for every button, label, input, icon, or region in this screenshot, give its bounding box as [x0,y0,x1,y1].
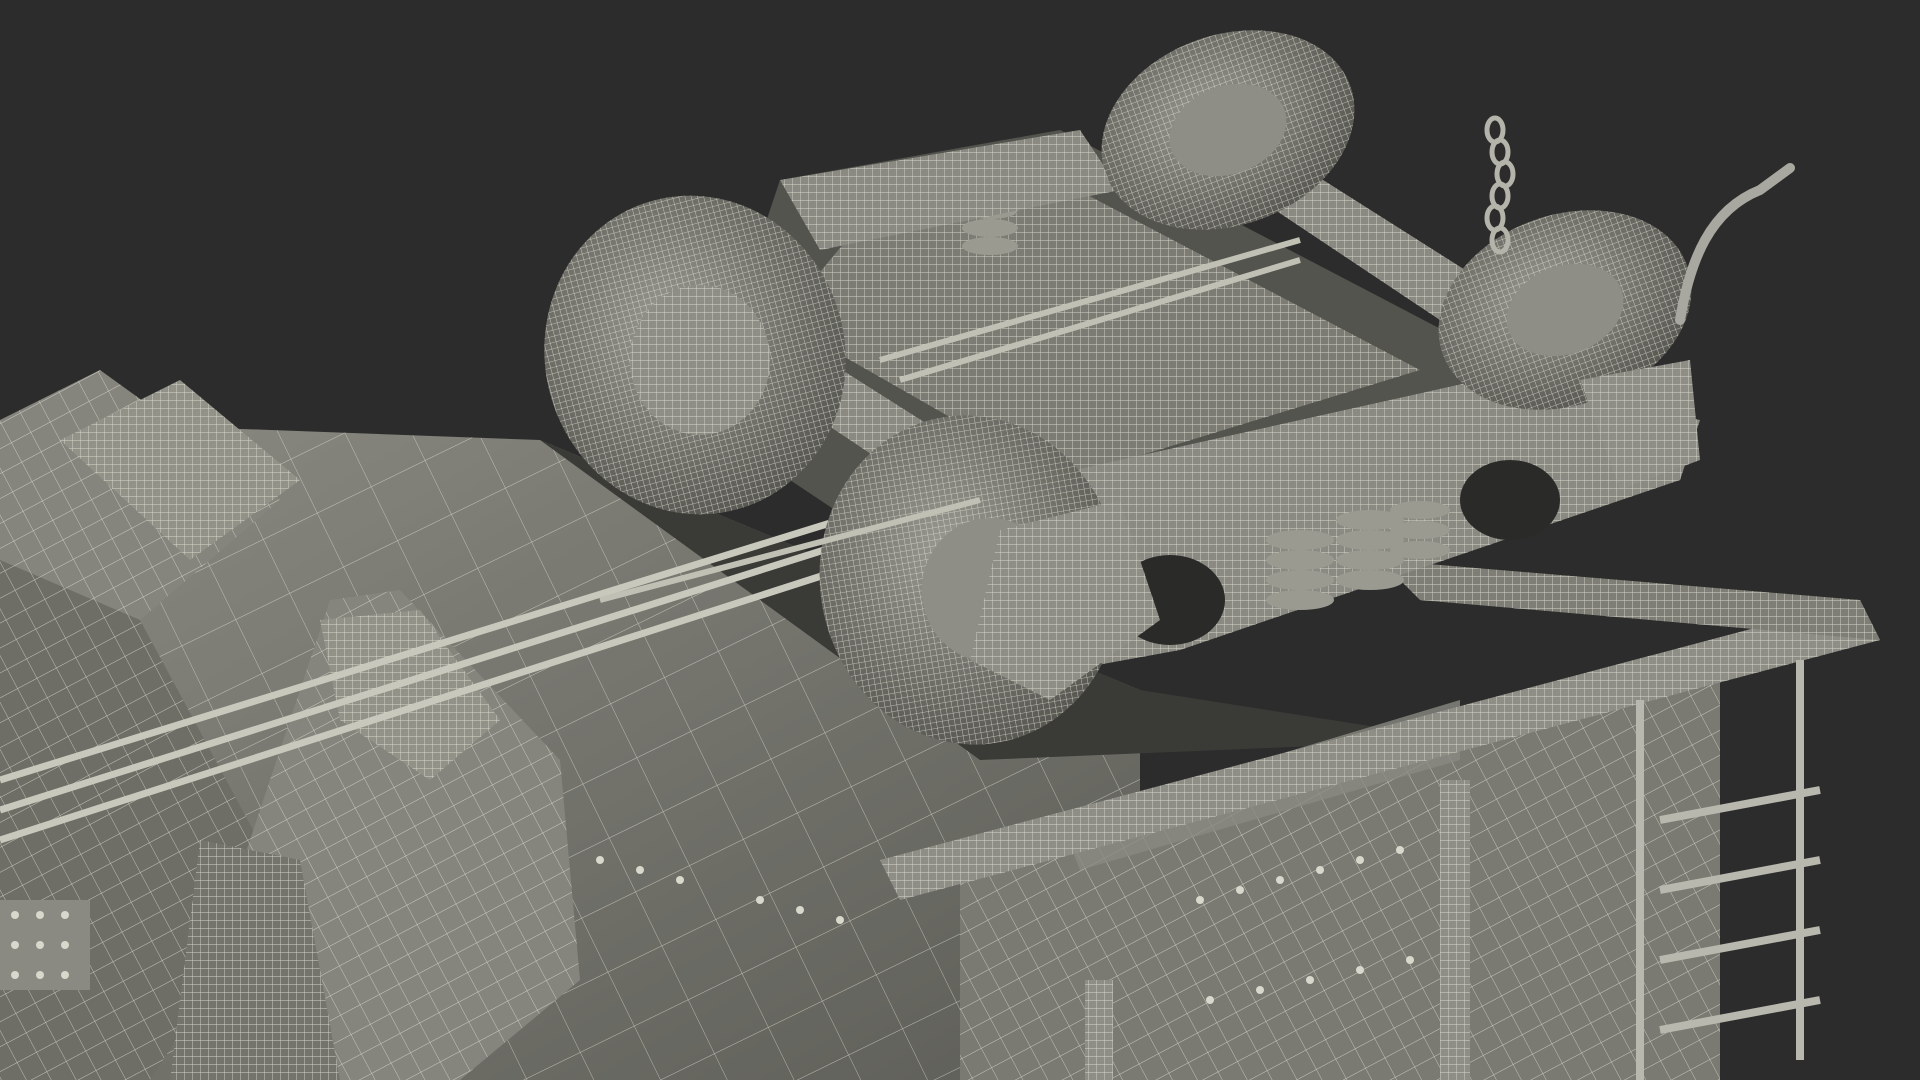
air-hose [1675,163,1795,325]
wireframe-render [0,30,1880,1080]
